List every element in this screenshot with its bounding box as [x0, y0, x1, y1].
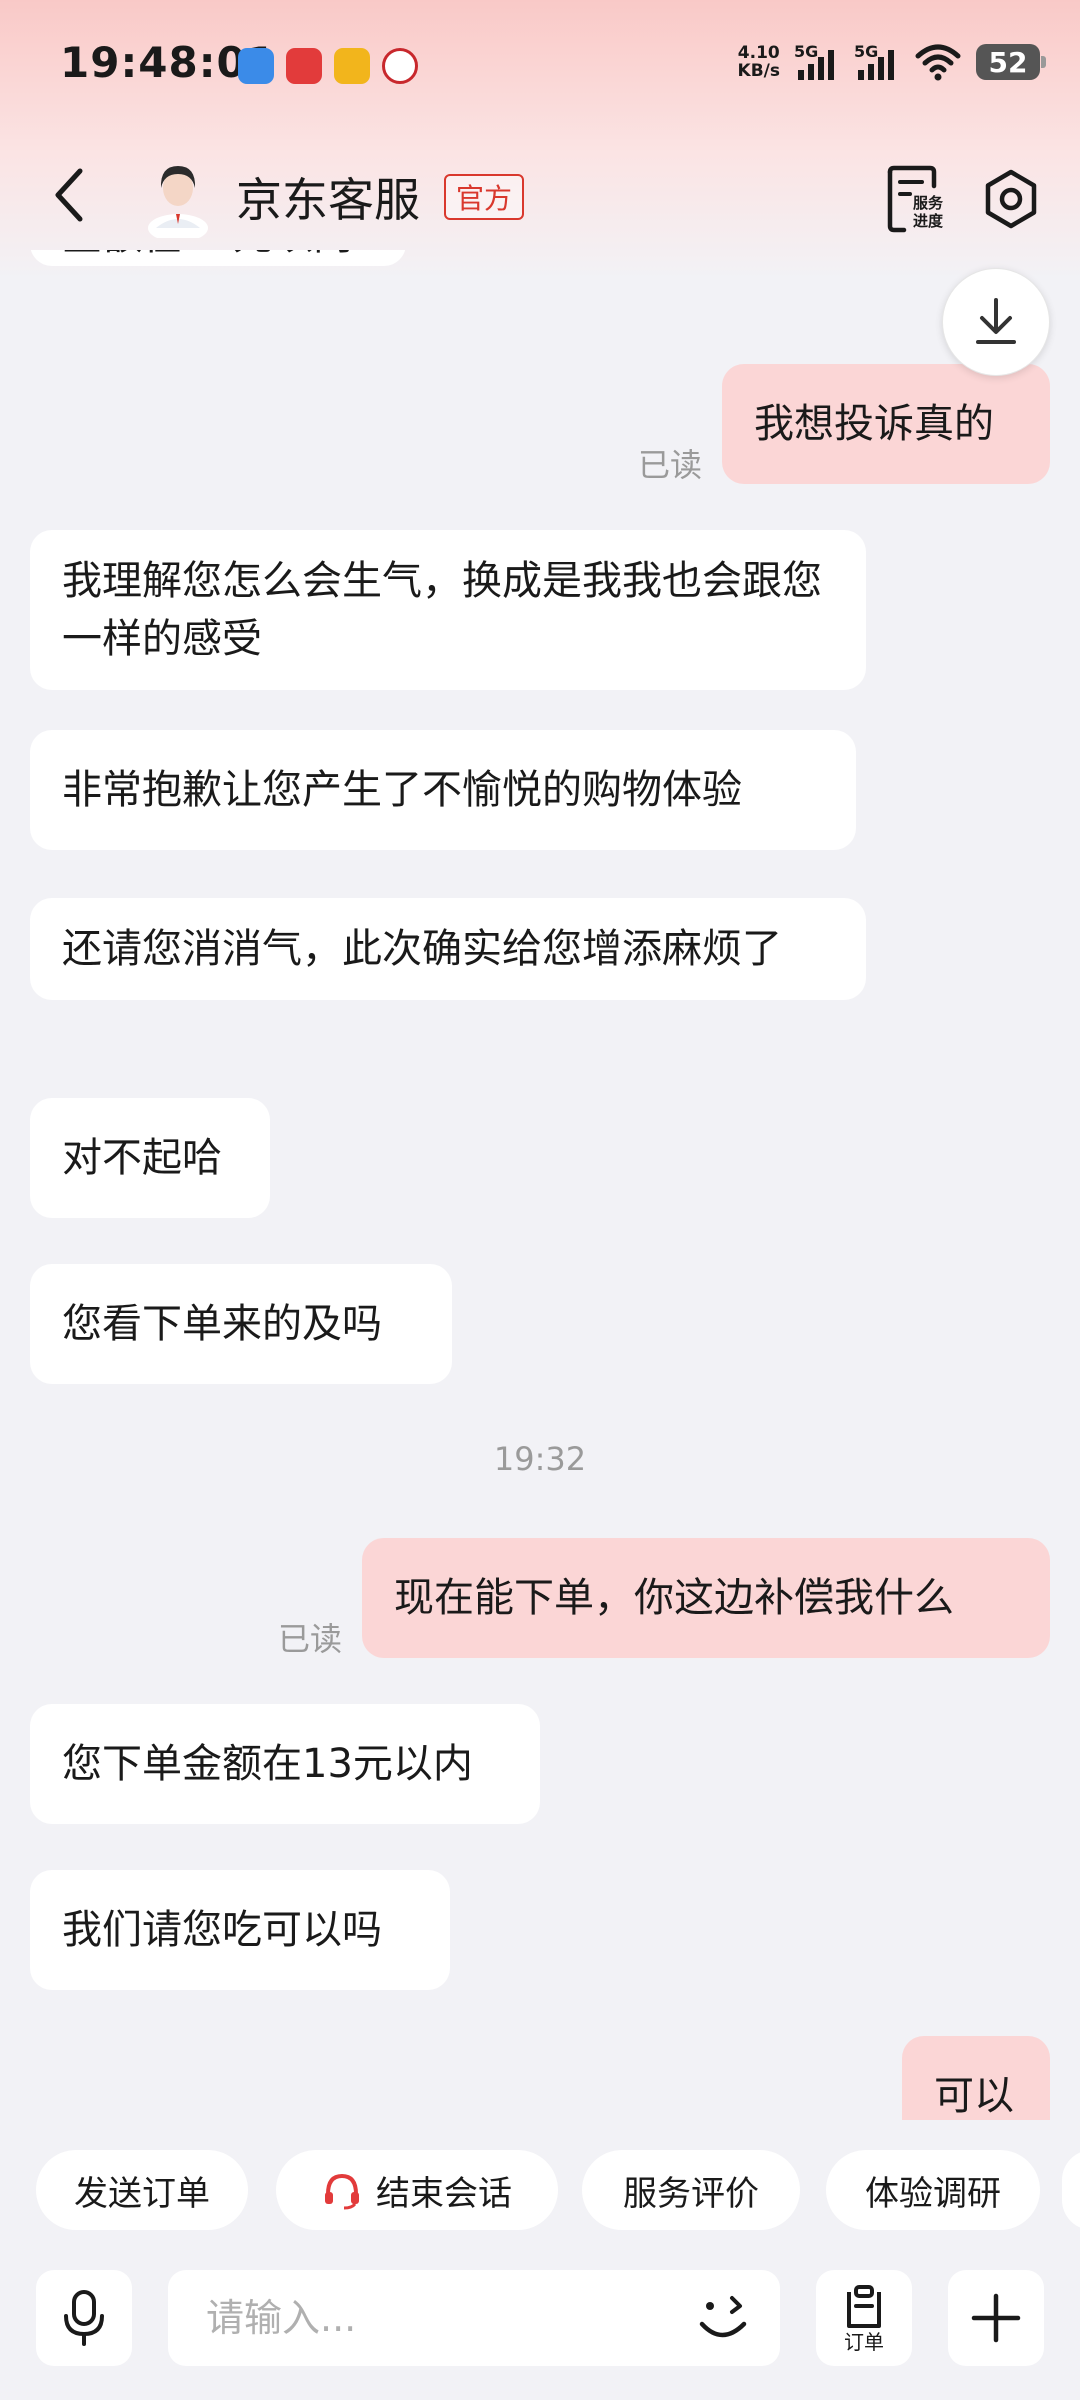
service-progress-icon: 服务 进度: [887, 165, 944, 233]
agent-message[interactable]: 我理解您怎么会生气，换成是我我也会跟您一样的感受: [30, 530, 866, 690]
net-speed: 4.10 KB/s: [737, 43, 780, 81]
message-input[interactable]: [168, 2270, 780, 2366]
timestamp: 19:32: [493, 1440, 587, 1478]
app-notification-icon: [286, 48, 322, 84]
user-message[interactable]: 我想投诉真的: [722, 364, 1050, 484]
experience-survey-chip[interactable]: 体验调研: [826, 2150, 1040, 2230]
notification-icons: [238, 48, 418, 84]
agent-message[interactable]: 您下单金额在13元以内: [30, 1704, 540, 1824]
app-notification-icon: [238, 48, 274, 84]
agent-message[interactable]: 金额在13元以内: [30, 250, 406, 266]
end-session-chip[interactable]: 结束会话: [276, 2150, 558, 2230]
settings-icon: [985, 169, 1037, 229]
agent-message[interactable]: 您看下单来的及吗: [30, 1264, 452, 1384]
service-rating-chip[interactable]: 服务评价: [582, 2150, 800, 2230]
emoji-icon: [699, 2296, 747, 2338]
voice-input-button[interactable]: [36, 2270, 132, 2366]
chat-area[interactable]: 金额在13元以内 我想投诉真的 已读 我理解您怎么会生气，换成是我我也会跟您一样…: [0, 250, 1080, 2120]
emoji-button[interactable]: [690, 2286, 754, 2350]
user-message[interactable]: 可以: [902, 2036, 1050, 2120]
bank-notification-icon: [382, 48, 418, 84]
status-bar: 19:48:01 4.10 KB/s 5G 5G 52: [0, 0, 1080, 130]
input-bar: 订单: [0, 2262, 1080, 2372]
signal-icon: 5G: [794, 40, 840, 84]
service-progress-button[interactable]: 服务 进度: [880, 164, 950, 234]
more-chip[interactable]: [1062, 2150, 1080, 2230]
agent-message[interactable]: 我们请您吃可以吗: [30, 1870, 450, 1990]
quick-actions-bar: 发送订单 结束会话 服务评价 体验调研: [0, 2150, 1080, 2236]
mail-notification-icon: [334, 48, 370, 84]
user-message[interactable]: 现在能下单，你这边补偿我什么: [362, 1538, 1050, 1658]
order-button[interactable]: 订单: [816, 2270, 912, 2366]
chat-title: 京东客服: [236, 173, 420, 227]
more-options-button[interactable]: [948, 2270, 1044, 2366]
agent-avatar[interactable]: [142, 158, 214, 238]
official-badge: 官方: [444, 174, 525, 220]
scroll-to-bottom-button[interactable]: [942, 268, 1050, 376]
svg-text:服务: 服务: [913, 194, 944, 212]
wifi-icon: [915, 44, 961, 81]
nav-bar: 京东客服 官方 服务 进度: [0, 140, 1080, 250]
agent-message[interactable]: 非常抱歉让您产生了不愉悦的购物体验: [30, 730, 856, 850]
read-status: 已读: [278, 1620, 343, 1658]
read-status: 已读: [638, 446, 703, 484]
headset-icon: [322, 2170, 362, 2210]
send-order-chip[interactable]: 发送订单: [36, 2150, 248, 2230]
agent-message[interactable]: 对不起哈: [30, 1098, 270, 1218]
back-arrow-icon: [55, 168, 83, 222]
svg-text:进度: 进度: [913, 212, 944, 230]
back-button[interactable]: [40, 165, 100, 225]
microphone-icon: [64, 2290, 104, 2346]
agent-message[interactable]: 还请您消消气，此次确实给您增添麻烦了: [30, 898, 866, 1000]
scroll-down-icon: [976, 298, 1016, 344]
battery-icon: 52: [976, 44, 1046, 80]
settings-button[interactable]: [980, 168, 1042, 230]
plus-icon: [971, 2293, 1021, 2343]
signal-icon: 5G: [854, 40, 900, 84]
order-icon: [847, 2284, 881, 2328]
status-right: 4.10 KB/s 5G 5G 52: [737, 40, 1046, 84]
